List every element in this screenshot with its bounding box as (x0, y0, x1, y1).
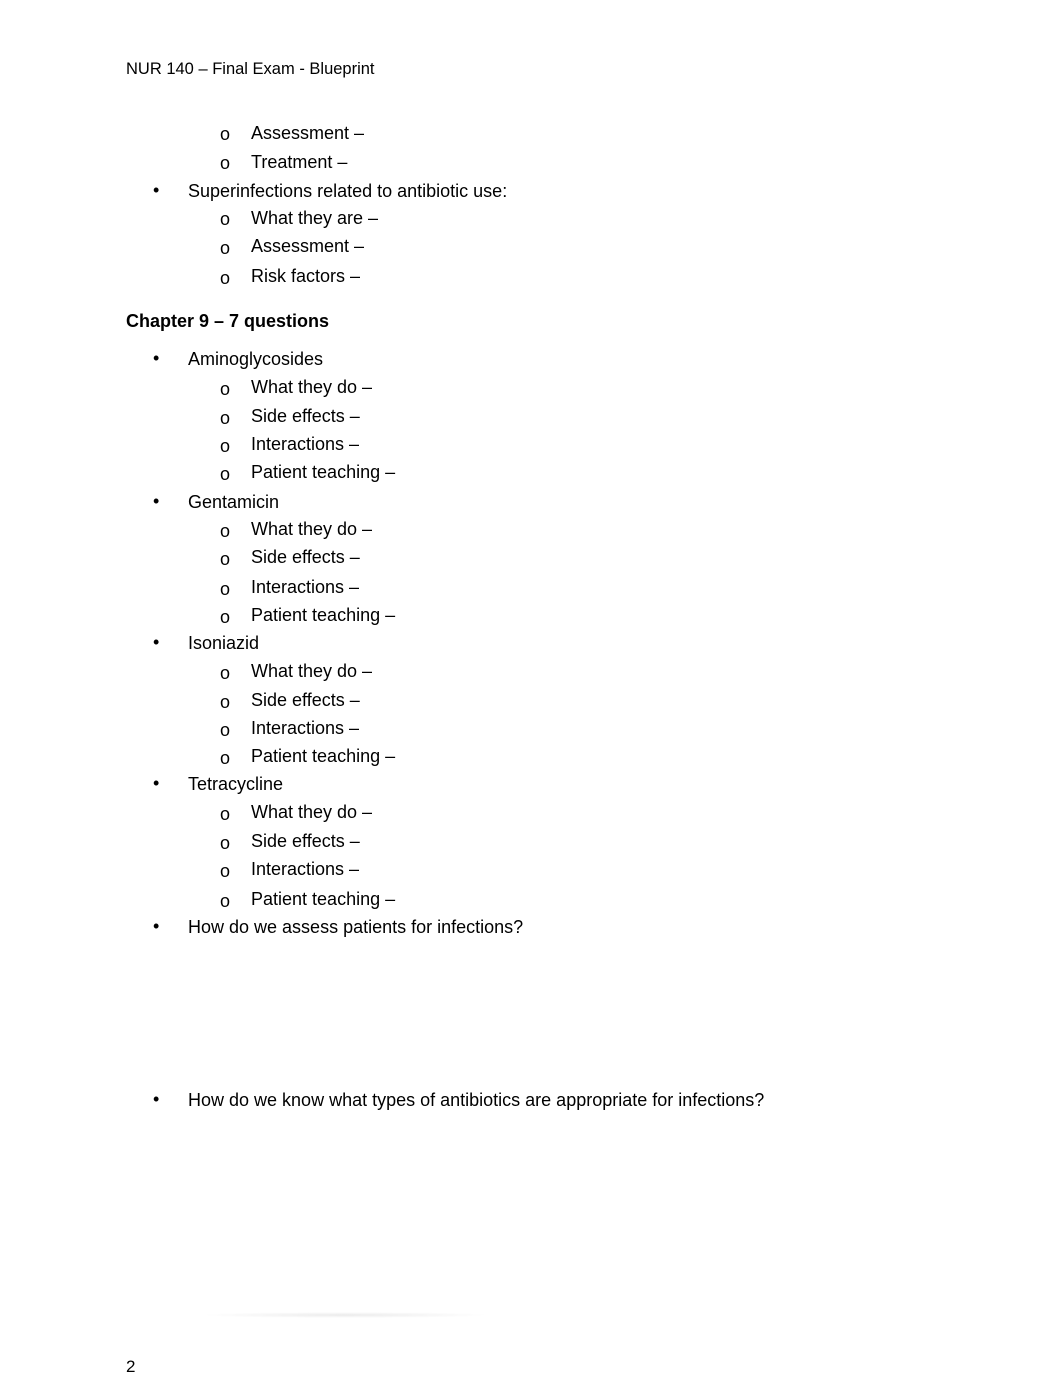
sub-bullet: o (220, 748, 231, 768)
list-item: Interactions – (251, 718, 360, 738)
drug-name: Isoniazid (188, 633, 260, 653)
bullet: • (153, 632, 160, 652)
list-item: What they do – (251, 661, 373, 681)
list-item: Side effects – (251, 406, 360, 426)
sub-bullet: o (220, 663, 231, 683)
sub-bullet: o (220, 692, 231, 712)
sub-bullet: o (220, 209, 231, 229)
list-item: Interactions – (251, 859, 360, 879)
sub-bullet: o (220, 464, 231, 484)
list-item: Patient teaching – (251, 889, 396, 909)
sub-bullet: o (220, 238, 231, 258)
bullet: • (153, 773, 160, 793)
drug-name: Gentamicin (188, 492, 280, 512)
shadow-decoration (200, 1312, 490, 1318)
list-item: Patient teaching – (251, 462, 396, 482)
sub-bullet: o (220, 804, 231, 824)
list-item: Side effects – (251, 831, 360, 851)
drug-name: Aminoglycosides (188, 349, 324, 369)
list-item: Risk factors – (251, 266, 361, 286)
list-item: What they do – (251, 377, 373, 397)
list-item: What they do – (251, 802, 373, 822)
sub-bullet: o (220, 833, 231, 853)
sub-bullet: o (220, 124, 231, 144)
bullet: • (153, 491, 160, 511)
list-item: Assessment – (251, 236, 365, 256)
bullet: • (153, 1089, 160, 1109)
bullet: • (153, 180, 160, 200)
list-item: Interactions – (251, 434, 360, 454)
page-number: 2 (126, 1357, 136, 1376)
list-item: Treatment – (251, 152, 348, 172)
bullet: • (153, 916, 160, 936)
list-item: What they are – (251, 208, 379, 228)
bullet: • (153, 348, 160, 368)
list-item: Side effects – (251, 690, 360, 710)
question: How do we know what types of antibiotics… (188, 1090, 765, 1110)
page-header: NUR 140 – Final Exam - Blueprint (126, 60, 375, 78)
sub-bullet: o (220, 720, 231, 740)
sub-bullet: o (220, 268, 231, 288)
chapter-heading: Chapter 9 – 7 questions (126, 311, 330, 331)
sub-bullet: o (220, 891, 231, 911)
sub-bullet: o (220, 408, 231, 428)
list-item: Assessment – (251, 123, 365, 143)
sub-bullet: o (220, 579, 231, 599)
list-item: Patient teaching – (251, 746, 396, 766)
sub-bullet: o (220, 379, 231, 399)
drug-name: Tetracycline (188, 774, 284, 794)
list-item: What they do – (251, 519, 373, 539)
list-item: Side effects – (251, 547, 360, 567)
question: How do we assess patients for infections… (188, 917, 524, 937)
sub-bullet: o (220, 153, 231, 173)
sub-bullet: o (220, 521, 231, 541)
sub-bullet: o (220, 549, 231, 569)
sub-bullet: o (220, 607, 231, 627)
list-item: Interactions – (251, 577, 360, 597)
sub-bullet: o (220, 436, 231, 456)
list-item: Patient teaching – (251, 605, 396, 625)
sub-bullet: o (220, 861, 231, 881)
list-item: Superinfections related to antibiotic us… (188, 181, 508, 201)
